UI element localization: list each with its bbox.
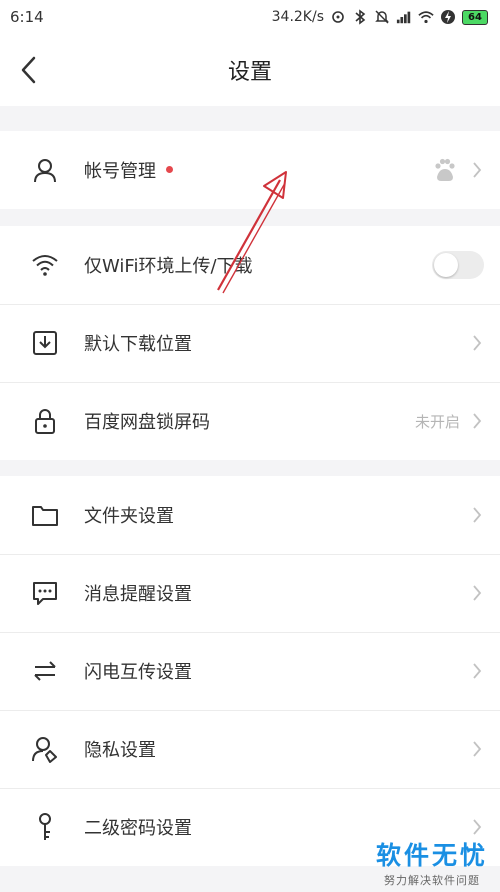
bluetooth-icon: [352, 9, 368, 25]
back-arrow-icon: [21, 56, 36, 84]
red-dot-badge: [166, 165, 173, 173]
toggle-knob: [434, 253, 458, 277]
settings-item-privacy[interactable]: 隐私设置: [0, 710, 500, 788]
chevron-right-icon: [470, 661, 484, 681]
watermark-main: 软件无忧: [375, 841, 488, 870]
settings-item-label: 默认下载位置: [84, 334, 192, 355]
key-icon: [30, 812, 60, 842]
settings-item-message[interactable]: 消息提醒设置: [0, 554, 500, 632]
chevron-right-icon: [470, 333, 484, 353]
back-button[interactable]: [14, 54, 42, 86]
network-speed: 34.2K/s: [271, 9, 324, 25]
user-icon: [30, 155, 60, 185]
chevron-right-icon: [470, 739, 484, 759]
sync-icon: [330, 9, 346, 25]
watermark: 软件无忧 努力解决软件问题: [376, 836, 488, 888]
status-bar: 6:14 34.2K/s 64: [0, 0, 500, 34]
settings-item-label: 闪电互传设置: [84, 662, 192, 683]
lock-icon: [30, 406, 60, 436]
chevron-right-icon: [470, 583, 484, 603]
settings-item-label: 文件夹设置: [84, 506, 174, 527]
settings-item-folder[interactable]: 文件夹设置: [0, 476, 500, 554]
settings-item-label: 隐私设置: [84, 740, 156, 761]
status-time: 6:14: [10, 8, 44, 26]
settings-item-wifi-only[interactable]: 仅WiFi环境上传/下载: [0, 226, 500, 304]
privacy-icon: [30, 734, 60, 764]
status-icons: 34.2K/s 64: [272, 9, 488, 25]
baidu-paw-icon: [430, 155, 460, 185]
settings-item-label: 仅WiFi环境上传/下载: [84, 256, 253, 277]
watermark-sub: 努力解决软件问题: [383, 874, 480, 887]
settings-item-account[interactable]: 帐号管理: [0, 131, 500, 209]
download-icon: [30, 328, 60, 358]
charging-icon: [440, 9, 456, 25]
battery-icon: 64: [462, 9, 488, 25]
transfer-icon: [30, 656, 60, 686]
message-icon: [30, 578, 60, 608]
settings-item-label: 帐号管理: [84, 161, 156, 182]
settings-item-label: 二级密码设置: [84, 818, 192, 839]
folder-icon: [30, 500, 60, 530]
settings-item-download-location[interactable]: 默认下载位置: [0, 304, 500, 382]
page-header: 设置: [0, 34, 500, 106]
chevron-right-icon: [470, 160, 484, 180]
settings-item-lock-code[interactable]: 百度网盘锁屏码 未开启: [0, 382, 500, 460]
settings-group-transfer: 仅WiFi环境上传/下载 默认下载位置 百度网盘锁屏码 未开启: [0, 226, 500, 460]
settings-item-lightning-transfer[interactable]: 闪电互传设置: [0, 632, 500, 710]
chevron-right-icon: [470, 817, 484, 837]
page-title: 设置: [227, 60, 272, 85]
mute-alarm-icon: [374, 9, 390, 25]
chevron-right-icon: [470, 505, 484, 525]
wifi-icon: [30, 250, 60, 280]
settings-group-general: 文件夹设置 消息提醒设置 闪电互传设置 隐私设置 二级密码设置: [0, 476, 500, 866]
settings-item-label: 消息提醒设置: [84, 584, 192, 605]
wifi-only-toggle[interactable]: [432, 251, 484, 279]
chevron-right-icon: [470, 411, 484, 431]
settings-item-label: 百度网盘锁屏码: [84, 412, 210, 433]
signal-icon: [396, 9, 412, 25]
settings-group-account: 帐号管理: [0, 131, 500, 209]
wifi-status-icon: [418, 9, 434, 25]
lock-code-status: 未开启: [414, 412, 460, 431]
